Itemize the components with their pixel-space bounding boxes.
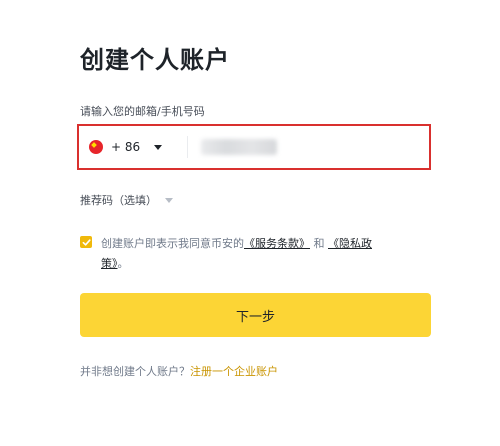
china-flag-icon <box>89 140 103 154</box>
agreement-text: 创建账户即表示我同意币安的《服务条款》 和 《隐私政 策》。 <box>101 234 431 274</box>
chevron-down-icon <box>165 197 173 203</box>
business-account-prompt: 并非想创建个人账户？注册一个企业账户 <box>80 363 278 379</box>
agreement-suffix: 。 <box>117 257 129 270</box>
create-account-page: 创建个人账户 请输入您的邮箱/手机号码 + 86 推荐码（选填） 创建账户即表示… <box>0 0 500 446</box>
dial-code: + 86 <box>111 140 141 154</box>
chevron-down-icon <box>154 144 163 150</box>
page-title: 创建个人账户 <box>80 46 230 74</box>
agreement-prefix: 创建账户即表示我同意币安的 <box>101 237 244 250</box>
country-code-selector[interactable]: + 86 <box>89 126 163 168</box>
agreement-and: 和 <box>313 237 325 250</box>
referral-code-toggle[interactable]: 推荐码（选填） <box>80 192 173 208</box>
phone-input-box: + 86 <box>77 124 431 170</box>
register-business-account-link[interactable]: 注册一个企业账户 <box>190 365 278 378</box>
check-icon <box>82 238 91 246</box>
redacted-phone-number <box>201 139 277 155</box>
phone-field-label: 请输入您的邮箱/手机号码 <box>80 105 205 118</box>
business-account-question: 并非想创建个人账户？ <box>80 365 190 378</box>
terms-of-service-link[interactable]: 《服务条款》 <box>244 237 310 250</box>
next-button[interactable]: 下一步 <box>80 293 431 337</box>
field-divider <box>187 136 188 158</box>
agree-checkbox[interactable] <box>80 236 92 248</box>
referral-code-label: 推荐码（选填） <box>80 194 157 207</box>
